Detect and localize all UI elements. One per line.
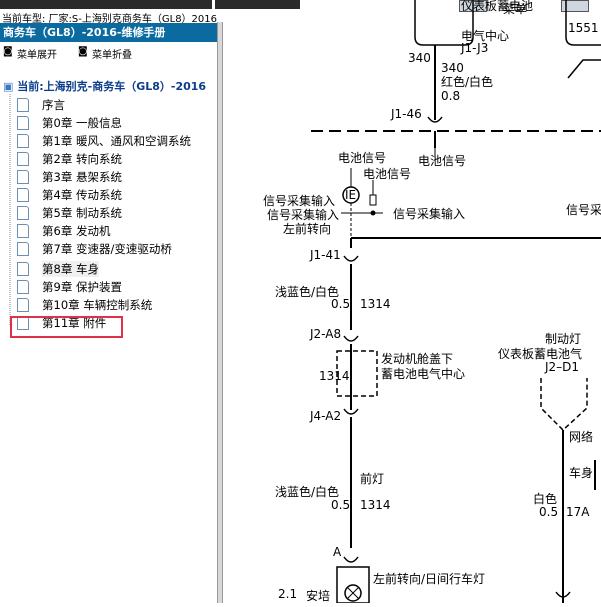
label-j2a8: J2-A8 [309,327,341,341]
label-install: 安培 [306,588,330,603]
document-icon [17,242,29,256]
wiring-diagram: 仪表板蓄电池 电气中心 J1-J3 340 340 红色/白色 0.8 1551… [223,0,601,604]
expand-icon[interactable]: ◙ [3,46,13,57]
connector-a [343,556,359,563]
label-05-3: 0.5 [539,505,558,519]
label-j146: J1-46 [390,107,422,121]
manual-title: 商务车（GL8）-2016-维修手册 [0,23,217,42]
resistor [369,194,377,206]
label-j2d1: J2–D1 [544,360,579,374]
label-05-2: 0.5 [331,498,350,512]
label-sig-in-2: 信号采集输入 [267,207,339,222]
label-08: 0.8 [441,89,460,103]
label-battery-center: 蓄电池电气中心 [381,366,465,381]
label-21: 2.1 [278,587,297,601]
label-body: 车身 [569,465,593,480]
chapter-tree: ▣ 当前:上海别克-商务车（GL8）-2016 序言 第0章 一般信息 第1章 … [0,60,217,603]
label-sig-in-3: 信号采集输入 [393,206,465,221]
connector-j141 [343,255,359,262]
label-j1j3: J1-J3 [460,41,488,55]
document-icon [17,280,29,294]
document-icon [17,116,29,130]
label-17a: 17A [566,505,590,519]
document-icon [17,98,29,112]
document-icon [17,170,29,184]
document-icon [17,298,29,312]
label-instrument-top: 仪表板蓄电池 [461,0,533,13]
selection-highlight [10,316,123,338]
label-battery-signal-1: 电池信号 [338,151,386,165]
right-switch [567,59,601,79]
label-05-1: 0.5 [331,297,350,311]
collapse-icon[interactable]: ◙ [78,46,88,57]
label-1314-1: 1314 [360,297,391,311]
label-j4a2: J4-A2 [309,409,341,423]
expand-menu-button[interactable]: 菜单展开 [17,46,57,61]
document-icon [17,224,29,238]
label-battery-signal-2: 电池信号 [418,154,466,168]
document-icon [17,152,29,166]
label-network: 网络 [569,429,593,444]
collapse-menu-button[interactable]: 菜单折叠 [92,46,132,61]
label-instrument-battery: 仪表板蓄电池气 [498,346,582,361]
connector-j2a8 [343,335,359,342]
label-battery-signal-3: 电池信号 [363,167,411,181]
label-red-white: 红色/白色 [441,74,493,89]
document-icon [17,134,29,148]
label-left-turn-drl: 左前转向/日间行车灯 [373,571,485,586]
document-icon [17,206,29,220]
toolbar-strip-left [0,0,212,9]
label-engine-cover: 发动机舱盖下 [381,351,453,366]
document-icon [17,188,29,202]
label-1314-box: 1314 [319,369,350,383]
document-icon [17,262,29,276]
label-1314-2: 1314 [360,498,391,512]
label-j141: J1-41 [309,248,341,262]
label-1551: 1551 [568,21,599,35]
label-light-blue-white-1: 浅蓝色/白色 [275,284,339,299]
label-white: 白色 [533,491,557,506]
label-light-blue-white-2: 浅蓝色/白色 [275,484,339,499]
label-front-lamp: 前灯 [360,471,384,486]
label-a: A [333,545,342,559]
label-brake-light: 制动灯 [545,332,581,346]
label-left-turn: 左前转向 [283,221,331,236]
junction-dot [370,210,376,216]
tree-controls: ◙ 菜单展开 ◙ 菜单折叠 [0,44,217,61]
label-sig-in-right: 信号采 [566,203,601,217]
label-340a: 340 [408,51,431,65]
ic-symbol-label: IE [345,188,356,202]
label-340b: 340 [441,61,464,75]
label-sig-in-1: 信号采集输入 [263,193,335,208]
brake-module-box [540,378,588,432]
wiring-diagram-svg: 仪表板蓄电池 电气中心 J1-J3 340 340 红色/白色 0.8 1551… [263,0,601,604]
